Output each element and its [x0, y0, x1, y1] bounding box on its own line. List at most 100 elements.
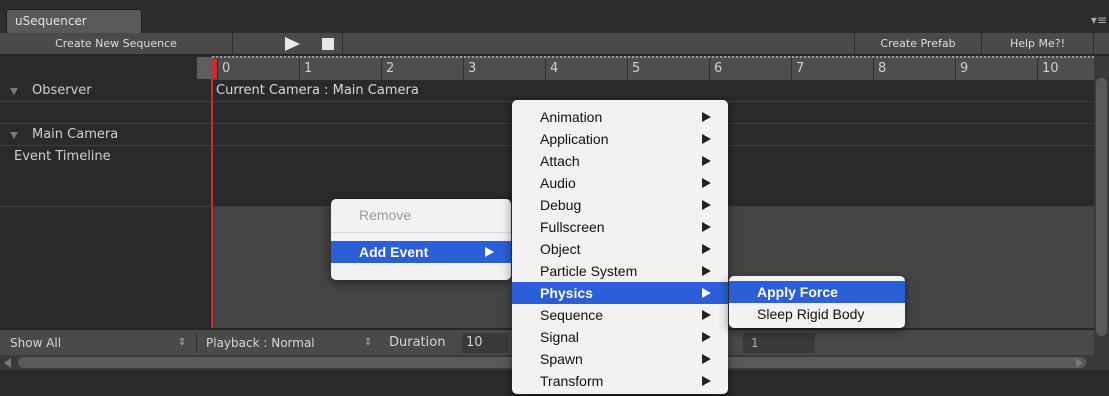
menu-item-label: Physics [540, 285, 593, 301]
submenu-arrow-icon [702, 332, 711, 342]
ruler-tick [709, 58, 710, 80]
play-icon[interactable] [285, 37, 300, 51]
ruler-tick [791, 58, 792, 80]
ruler-tick-label: 7 [796, 61, 805, 76]
tab-strip: uSequencer ▾≡ [0, 0, 1109, 34]
ruler-tick [1037, 58, 1038, 80]
vertical-scroll-thumb[interactable] [1096, 78, 1107, 336]
ruler-tick [299, 58, 300, 80]
menu-item-sleep-rigid-body[interactable]: Sleep Rigid Body [729, 303, 905, 325]
event-timeline-label-cell[interactable]: Event Timeline [0, 146, 211, 206]
main-camera-label-cell[interactable]: Main Camera [0, 124, 211, 145]
expand-triangle-icon[interactable] [10, 88, 18, 95]
duration-input[interactable]: 10 [462, 333, 508, 353]
menu-item-remove-label: Remove [359, 207, 412, 223]
menu-item-fullscreen[interactable]: Fullscreen [512, 216, 728, 238]
observer-label: Observer [32, 83, 92, 98]
submenu-arrow-icon [485, 247, 494, 257]
ruler-tick [545, 58, 546, 80]
frame-input[interactable]: 1 [743, 333, 815, 353]
ruler-tick-label: 2 [386, 61, 395, 76]
submenu-arrow-icon [702, 156, 711, 166]
menu-item-animation[interactable]: Animation [512, 106, 728, 128]
track-list-empty-area [0, 207, 211, 328]
tab-usequencer[interactable]: uSequencer [6, 9, 142, 34]
submenu-arrow-icon [702, 244, 711, 254]
ruler-tick-label: 3 [468, 61, 477, 76]
menu-item-label: Fullscreen [540, 219, 605, 235]
submenu-arrow-icon [702, 200, 711, 210]
menu-item-signal[interactable]: Signal [512, 326, 728, 348]
main-camera-label: Main Camera [32, 127, 119, 142]
physics-submenu: Apply Force Sleep Rigid Body [729, 276, 905, 328]
menu-item-debug[interactable]: Debug [512, 194, 728, 216]
observer-lane[interactable]: Current Camera : Main Camera [212, 80, 1094, 101]
ruler-handle[interactable] [197, 57, 212, 79]
menu-item-label: Signal [540, 329, 579, 345]
observer-track: Observer Current Camera : Main Camera [0, 80, 1094, 102]
frame-value: 1 [751, 336, 759, 350]
ruler-tick [955, 58, 956, 80]
show-all-dropdown[interactable]: Show All [10, 330, 61, 356]
submenu-arrow-icon [702, 222, 711, 232]
menu-item-label: Object [540, 241, 581, 257]
menu-item-transform[interactable]: Transform [512, 370, 728, 392]
scroll-right-icon[interactable] [1076, 358, 1083, 368]
create-prefab-button[interactable]: Create Prefab [854, 33, 982, 55]
submenu-arrow-icon [702, 266, 711, 276]
playback-spinner-icon[interactable]: ⇕ [364, 330, 372, 356]
menu-item-sleep-rigid-body-label: Sleep Rigid Body [757, 306, 865, 322]
toolbar-divider [342, 33, 343, 55]
duration-label: Duration [389, 335, 446, 350]
menu-item-spawn[interactable]: Spawn [512, 348, 728, 370]
ruler-tick-label: 9 [960, 61, 969, 76]
ruler-tick [873, 58, 874, 80]
ruler-tick-label: 5 [632, 61, 641, 76]
vertical-scrollbar[interactable] [1094, 56, 1109, 356]
menu-item-remove[interactable]: Remove [331, 204, 511, 226]
playback-dropdown[interactable]: Playback : Normal [206, 330, 315, 356]
scroll-left-icon[interactable] [4, 358, 11, 368]
submenu-arrow-icon [702, 112, 711, 122]
menu-item-audio[interactable]: Audio [512, 172, 728, 194]
menu-item-physics[interactable]: Physics [512, 282, 728, 304]
submenu-arrow-icon [702, 310, 711, 320]
timeline-ruler-row: 0 1 2 3 4 5 6 7 8 9 10 [0, 56, 1109, 80]
observer-label-cell[interactable]: Observer [0, 80, 211, 101]
show-all-spinner-icon[interactable]: ⇕ [178, 330, 186, 356]
event-timeline-label: Event Timeline [14, 149, 111, 164]
list-menu-icon[interactable]: ▾≡ [1091, 13, 1107, 27]
menu-item-label: Animation [540, 109, 603, 125]
toolbar: Create New Sequence Create Prefab Help M… [0, 33, 1109, 55]
help-button[interactable]: Help Me?! [982, 33, 1094, 55]
ruler-tick [381, 58, 382, 80]
menu-item-apply-force-label: Apply Force [757, 284, 838, 300]
menu-item-label: Attach [540, 153, 580, 169]
menu-item-sequence[interactable]: Sequence [512, 304, 728, 326]
ruler-tick-label: 0 [222, 61, 231, 76]
playhead-marker[interactable] [212, 59, 217, 78]
timeline-ruler[interactable]: 0 1 2 3 4 5 6 7 8 9 10 [212, 56, 1094, 80]
playhead-line [211, 59, 213, 328]
ruler-tick-label: 10 [1042, 61, 1059, 76]
stop-icon[interactable] [322, 38, 334, 50]
submenu-arrow-icon [702, 134, 711, 144]
create-new-sequence-button[interactable]: Create New Sequence [0, 33, 233, 55]
menu-item-apply-force[interactable]: Apply Force [729, 281, 905, 303]
menu-item-attach[interactable]: Attach [512, 150, 728, 172]
expand-triangle-icon[interactable] [10, 132, 18, 139]
menu-item-add-event-label: Add Event [359, 244, 429, 260]
submenu-arrow-icon [702, 288, 711, 298]
menu-item-add-event[interactable]: Add Event [331, 241, 511, 263]
menu-item-application[interactable]: Application [512, 128, 728, 150]
observer-camera-value: Current Camera : Main Camera [216, 83, 419, 98]
menu-item-particle-system[interactable]: Particle System [512, 260, 728, 282]
menu-item-label: Application [540, 131, 609, 147]
menu-item-object[interactable]: Object [512, 238, 728, 260]
menu-item-label: Spawn [540, 351, 583, 367]
menu-item-label: Sequence [540, 307, 604, 323]
ruler-tick [627, 58, 628, 80]
menu-item-label: Transform [540, 373, 604, 389]
context-menu: Remove Add Event [331, 199, 511, 280]
submenu-arrow-icon [702, 354, 711, 364]
